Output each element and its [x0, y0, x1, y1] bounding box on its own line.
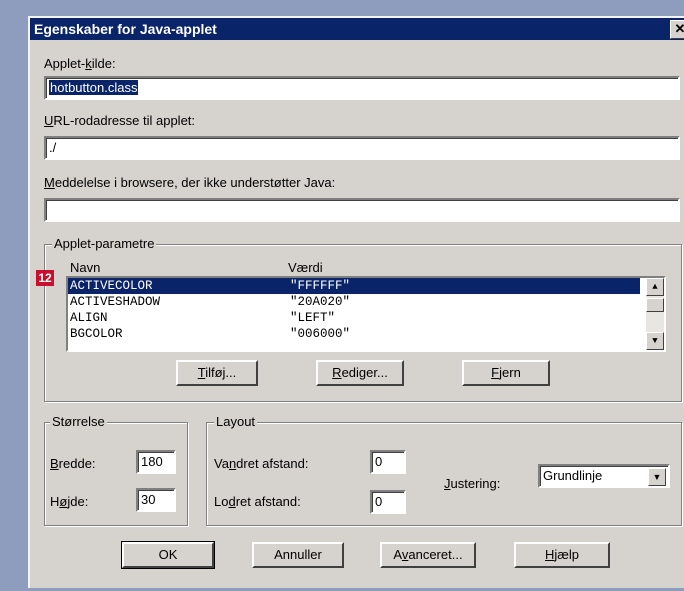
item-count-badge: 12 — [36, 270, 54, 286]
horizontal-spacing-field[interactable]: 0 — [370, 450, 406, 474]
chevron-down-icon[interactable]: ▼ — [648, 468, 666, 486]
add-parameter-button[interactable]: Tilføj... — [176, 360, 258, 386]
title-bar: Egenskaber for Java-applet ✕ — [30, 18, 684, 40]
list-item[interactable]: ALIGN "LEFT" — [68, 310, 640, 326]
message-label: Meddelelse i browsere, der ikke understø… — [44, 175, 336, 190]
alignment-label: Justering: — [444, 476, 501, 491]
help-button[interactable]: Hjælp — [514, 542, 610, 568]
message-field[interactable] — [44, 198, 680, 222]
ok-button[interactable]: OK — [121, 541, 215, 569]
height-label: Højde: — [50, 494, 89, 509]
url-base-label: URL-rodadresse til applet: — [44, 113, 196, 128]
applet-source-label: Applet-kilde: — [44, 56, 116, 71]
vertical-spacing-field[interactable]: 0 — [370, 490, 406, 514]
url-base-field[interactable]: ./ — [44, 136, 680, 160]
applet-parameters-title: Applet-parametre — [52, 236, 157, 251]
column-header-value[interactable]: Værdi — [288, 260, 323, 275]
layout-group-title: Layout — [214, 414, 258, 429]
applet-source-field[interactable]: hotbutton.class — [44, 76, 680, 100]
scroll-up-icon[interactable]: ▲ — [646, 278, 664, 296]
scroll-thumb[interactable] — [646, 298, 664, 312]
cancel-button[interactable]: Annuller — [252, 542, 344, 568]
list-item[interactable]: ACTIVECOLOR "FFFFFF" — [68, 278, 640, 294]
horizontal-spacing-label: Vandret afstand: — [214, 456, 309, 471]
vertical-spacing-label: Lodret afstand: — [214, 494, 301, 509]
list-item[interactable]: BGCOLOR "006000" — [68, 326, 640, 342]
applet-source-value: hotbutton.class — [49, 80, 139, 95]
advanced-button[interactable]: Avanceret... — [380, 542, 476, 568]
width-field[interactable]: 180 — [136, 450, 176, 474]
window-title: Egenskaber for Java-applet — [34, 21, 217, 37]
size-group-title: Størrelse — [50, 414, 107, 429]
alignment-value: Grundlinje — [543, 468, 603, 483]
column-header-name[interactable]: Navn — [70, 260, 100, 275]
alignment-dropdown[interactable]: Grundlinje ▼ — [538, 464, 670, 488]
height-field[interactable]: 30 — [136, 488, 176, 512]
java-applet-properties-dialog: Egenskaber for Java-applet ✕ Applet-kild… — [28, 16, 684, 588]
parameter-list[interactable]: ACTIVECOLOR "FFFFFF" ACTIVESHADOW "20A02… — [66, 276, 666, 352]
width-label: Bredde: — [50, 456, 96, 471]
remove-parameter-button[interactable]: Fjern — [462, 360, 550, 386]
scroll-down-icon[interactable]: ▼ — [646, 332, 664, 350]
list-item[interactable]: ACTIVESHADOW "20A020" — [68, 294, 640, 310]
edit-parameter-button[interactable]: Rediger... — [316, 360, 404, 386]
list-scrollbar[interactable]: ▲ ▼ — [646, 278, 664, 350]
close-icon[interactable]: ✕ — [670, 20, 684, 39]
